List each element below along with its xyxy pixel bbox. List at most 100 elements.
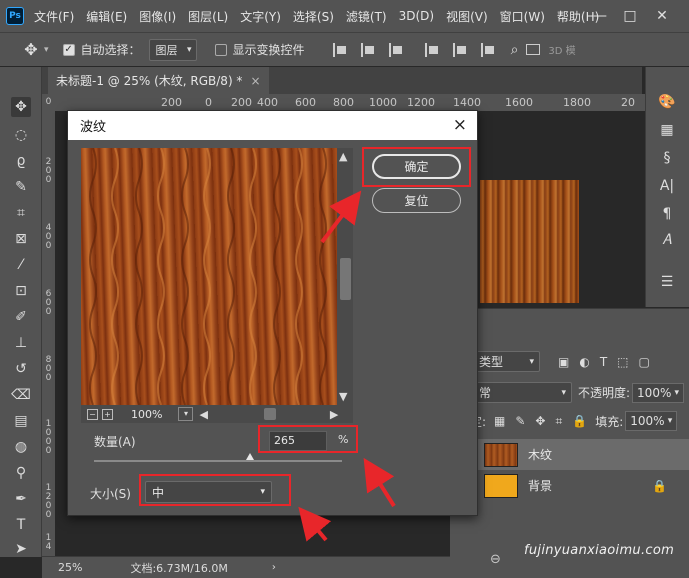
lock-position-icon[interactable]: ✥ [535,414,545,428]
amount-highlight [258,425,358,453]
crop-tool-icon[interactable]: ⌗ [11,203,31,223]
lasso-tool-icon[interactable]: ϱ [11,151,31,171]
dodge-tool-icon[interactable]: ⚲ [11,463,31,483]
show-transform-checkbox[interactable] [214,43,227,56]
scroll-thumb[interactable] [340,258,351,300]
menu-type[interactable]: 文字(Y) [240,8,281,25]
lock-pixels-icon[interactable]: ▦ [494,414,505,428]
menu-view[interactable]: 视图(V) [446,8,488,25]
type-tool-icon[interactable]: T [11,515,31,535]
opacity-input[interactable]: 100% ▾ [632,382,685,403]
eraser-tool-icon[interactable]: ⌫ [11,385,31,405]
menu-filter[interactable]: 滤镜(T) [346,8,387,25]
brush-tool-icon[interactable]: ✐ [11,307,31,327]
align-middle-icon[interactable] [452,42,469,57]
ruler-mark: 1000 [369,96,397,109]
move-tool-icon[interactable]: ✥ [18,40,44,59]
search-icon[interactable]: ⌕ [511,42,519,58]
zoom-out-icon[interactable]: − [87,408,98,420]
workspace-icon[interactable] [526,44,541,55]
frame-tool-icon[interactable]: ⊠ [11,229,31,249]
quick-select-tool-icon[interactable]: ✎ [11,177,31,197]
chevron-down-icon[interactable]: ▾ [178,407,194,421]
auto-select-label: 自动选择： [80,43,141,57]
ruler-mark: 0 [45,446,52,456]
align-top-icon[interactable] [424,42,441,57]
lock-all-icon[interactable]: 🔒 [572,414,587,428]
align-left-icon[interactable] [332,42,349,57]
maximize-icon[interactable]: □ [620,6,640,26]
color-palette-icon[interactable]: 🎨 [656,91,678,113]
menu-3d[interactable]: 3D(D) [399,9,434,23]
glyphs-icon[interactable]: 𝐴 [656,229,678,251]
horizontal-scroll-thumb[interactable] [263,408,276,420]
smart-object-filter-icon[interactable]: ▢ [639,355,650,369]
gradient-tool-icon[interactable]: ▤ [11,411,31,431]
layer-name[interactable]: 木纹 [528,446,552,463]
3d-mode-label[interactable]: 3D 模 [548,42,575,57]
menu-select[interactable]: 选择(S) [293,8,334,25]
scroll-left-icon[interactable]: ◀ [199,408,207,421]
menu-layer[interactable]: 图层(L) [188,8,228,25]
scroll-down-icon[interactable]: ▼ [339,390,347,403]
align-bottom-icon[interactable] [480,42,497,57]
close-window-icon[interactable]: ✕ [652,6,672,26]
character-icon[interactable]: A| [656,175,678,197]
layer-name[interactable]: 背景 [528,477,552,494]
amount-slider-thumb[interactable] [246,453,255,460]
filter-preview[interactable] [81,148,337,405]
preview-toolbar: − + 100% ▾ ◀ ▶ [81,405,353,423]
shape-filter-icon[interactable]: ⬚ [617,355,628,369]
layer-thumbnail [484,442,518,467]
ruler-mark: 0 [45,307,52,317]
auto-select-target-select[interactable]: 图层 ▾ [148,38,197,61]
reset-button[interactable]: 复位 [372,188,461,213]
lock-paint-icon[interactable]: ✎ [515,414,525,428]
paragraph-icon[interactable]: ¶ [656,203,678,225]
scroll-right-icon[interactable]: ▶ [330,408,338,421]
healing-tool-icon[interactable]: ⊡ [11,281,31,301]
adjustment-filter-icon[interactable]: ◐ [579,355,589,369]
align-right-icon[interactable] [388,42,405,57]
minimize-icon[interactable]: — [590,6,610,26]
move-tool-icon[interactable]: ✥ [11,97,31,117]
marquee-tool-icon[interactable]: ◌ [11,125,31,145]
image-filter-icon[interactable]: ▣ [558,355,569,369]
properties-icon[interactable]: § [656,147,678,169]
pen-tool-icon[interactable]: ✒ [11,489,31,509]
layer-row-background[interactable]: 背景 🔒 [450,470,689,501]
amount-slider[interactable] [94,453,342,462]
status-zoom[interactable]: 25% [58,561,82,574]
auto-select-checkbox[interactable]: ✓ [62,43,75,56]
eyedropper-tool-icon[interactable]: ⁄ [11,255,31,275]
stamp-tool-icon[interactable]: ⊥ [11,333,31,353]
close-icon[interactable]: × [250,74,260,88]
menu-edit[interactable]: 编辑(E) [86,8,127,25]
lock-artboard-icon[interactable]: ⌗ [555,414,562,429]
chevron-down-icon[interactable]: ▾ [44,45,49,55]
dialog-titlebar[interactable]: 波纹 × [68,111,477,140]
layer-row-wood[interactable]: 木纹 [450,439,689,470]
type-filter-icon[interactable]: T [600,355,607,369]
scroll-up-icon[interactable]: ▲ [339,150,347,163]
blur-tool-icon[interactable]: ◍ [11,437,31,457]
ruler-mark: 0 [45,373,52,383]
swatches-grid-icon[interactable]: ▦ [656,119,678,141]
ruler-mark: 400 [257,96,278,109]
chevron-right-icon[interactable]: › [272,562,276,573]
document-canvas-image[interactable] [480,180,579,303]
notes-icon[interactable]: ☰ [656,271,678,293]
zoom-in-icon[interactable]: + [102,408,113,420]
fill-input[interactable]: 100% ▾ [625,411,678,431]
menu-window[interactable]: 窗口(W) [500,8,545,25]
align-center-icon[interactable] [360,42,377,57]
menu-file[interactable]: 文件(F) [34,8,74,25]
preview-vertical-scrollbar[interactable]: ▲ ▼ [337,148,353,405]
close-icon[interactable]: × [453,115,467,135]
document-tab[interactable]: 未标题-1 @ 25% (木纹, RGB/8) * × [48,67,269,94]
history-brush-tool-icon[interactable]: ↺ [11,359,31,379]
auto-select-target-value: 图层 [155,43,178,57]
menu-image[interactable]: 图像(I) [139,8,176,25]
path-select-tool-icon[interactable]: ➤ [11,539,31,559]
link-layers-icon[interactable]: ⊖ [490,552,501,567]
